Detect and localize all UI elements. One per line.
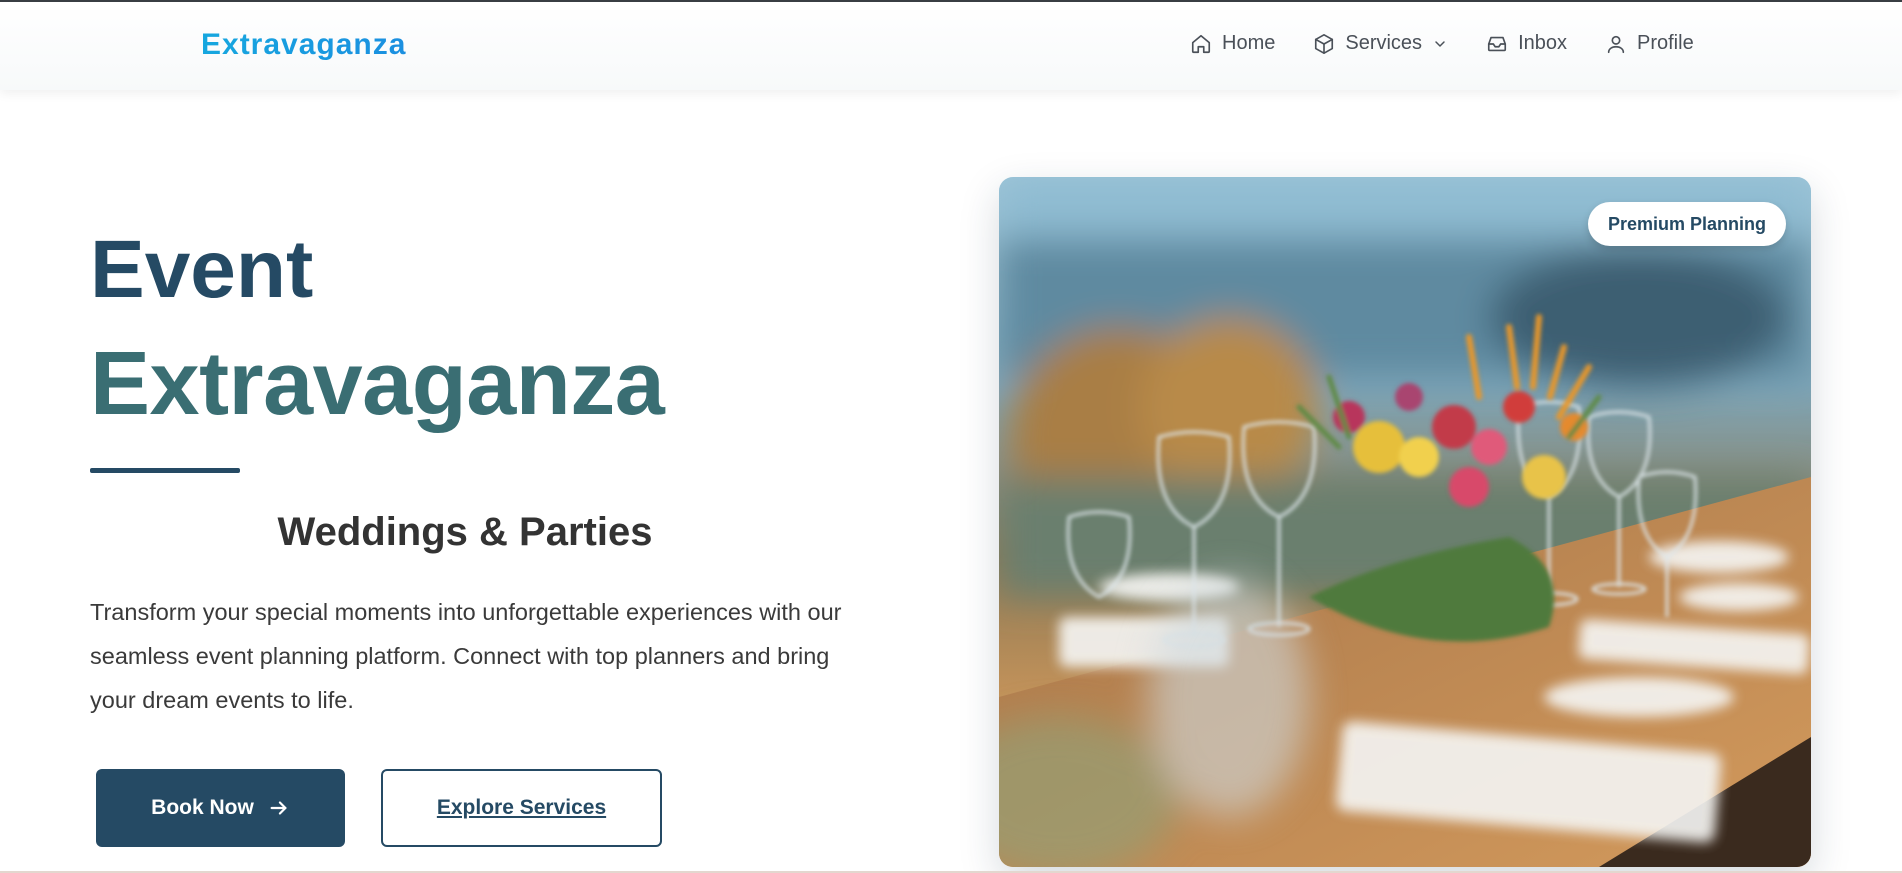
navbar: Extravaganza Home Services Inbox Profile — [0, 2, 1902, 90]
nav-services-label: Services — [1345, 32, 1423, 54]
nav-services[interactable]: Services — [1313, 32, 1448, 55]
hero-subtitle: Weddings & Parties — [277, 510, 653, 554]
premium-planning-badge: Premium Planning — [1588, 202, 1787, 246]
nav-profile[interactable]: Profile — [1605, 32, 1694, 55]
nav-home-label: Home — [1222, 32, 1276, 54]
book-now-button[interactable]: Book Now — [96, 769, 345, 847]
brand-logo[interactable]: Extravaganza — [201, 28, 406, 62]
home-icon — [1191, 34, 1211, 53]
nav-inbox-label: Inbox — [1518, 32, 1567, 54]
arrow-right-icon — [270, 801, 287, 815]
inbox-icon — [1487, 36, 1507, 51]
nav-home[interactable]: Home — [1190, 32, 1275, 55]
explore-services-label: Explore Services — [436, 796, 607, 819]
main-nav: Home Services Inbox Profile — [1190, 32, 1732, 55]
nav-profile-label: Profile — [1637, 32, 1694, 54]
badge-label: Premium Planning — [1608, 213, 1767, 234]
book-now-label: Book Now — [151, 796, 254, 819]
chevron-down-icon[interactable] — [1432, 36, 1448, 52]
nav-inbox[interactable]: Inbox — [1486, 32, 1567, 55]
explore-services-button[interactable]: Explore Services — [381, 769, 662, 847]
hero-photo — [999, 177, 1811, 867]
user-icon — [1607, 35, 1625, 53]
title-underline — [90, 468, 240, 473]
hero-title-line1: Event — [90, 224, 314, 315]
hero-description: Transform your special moments into unfo… — [90, 599, 842, 713]
hero-title-line2: Extravaganza — [90, 334, 665, 434]
box-icon — [1315, 33, 1334, 54]
table-setting-image — [999, 177, 1811, 867]
